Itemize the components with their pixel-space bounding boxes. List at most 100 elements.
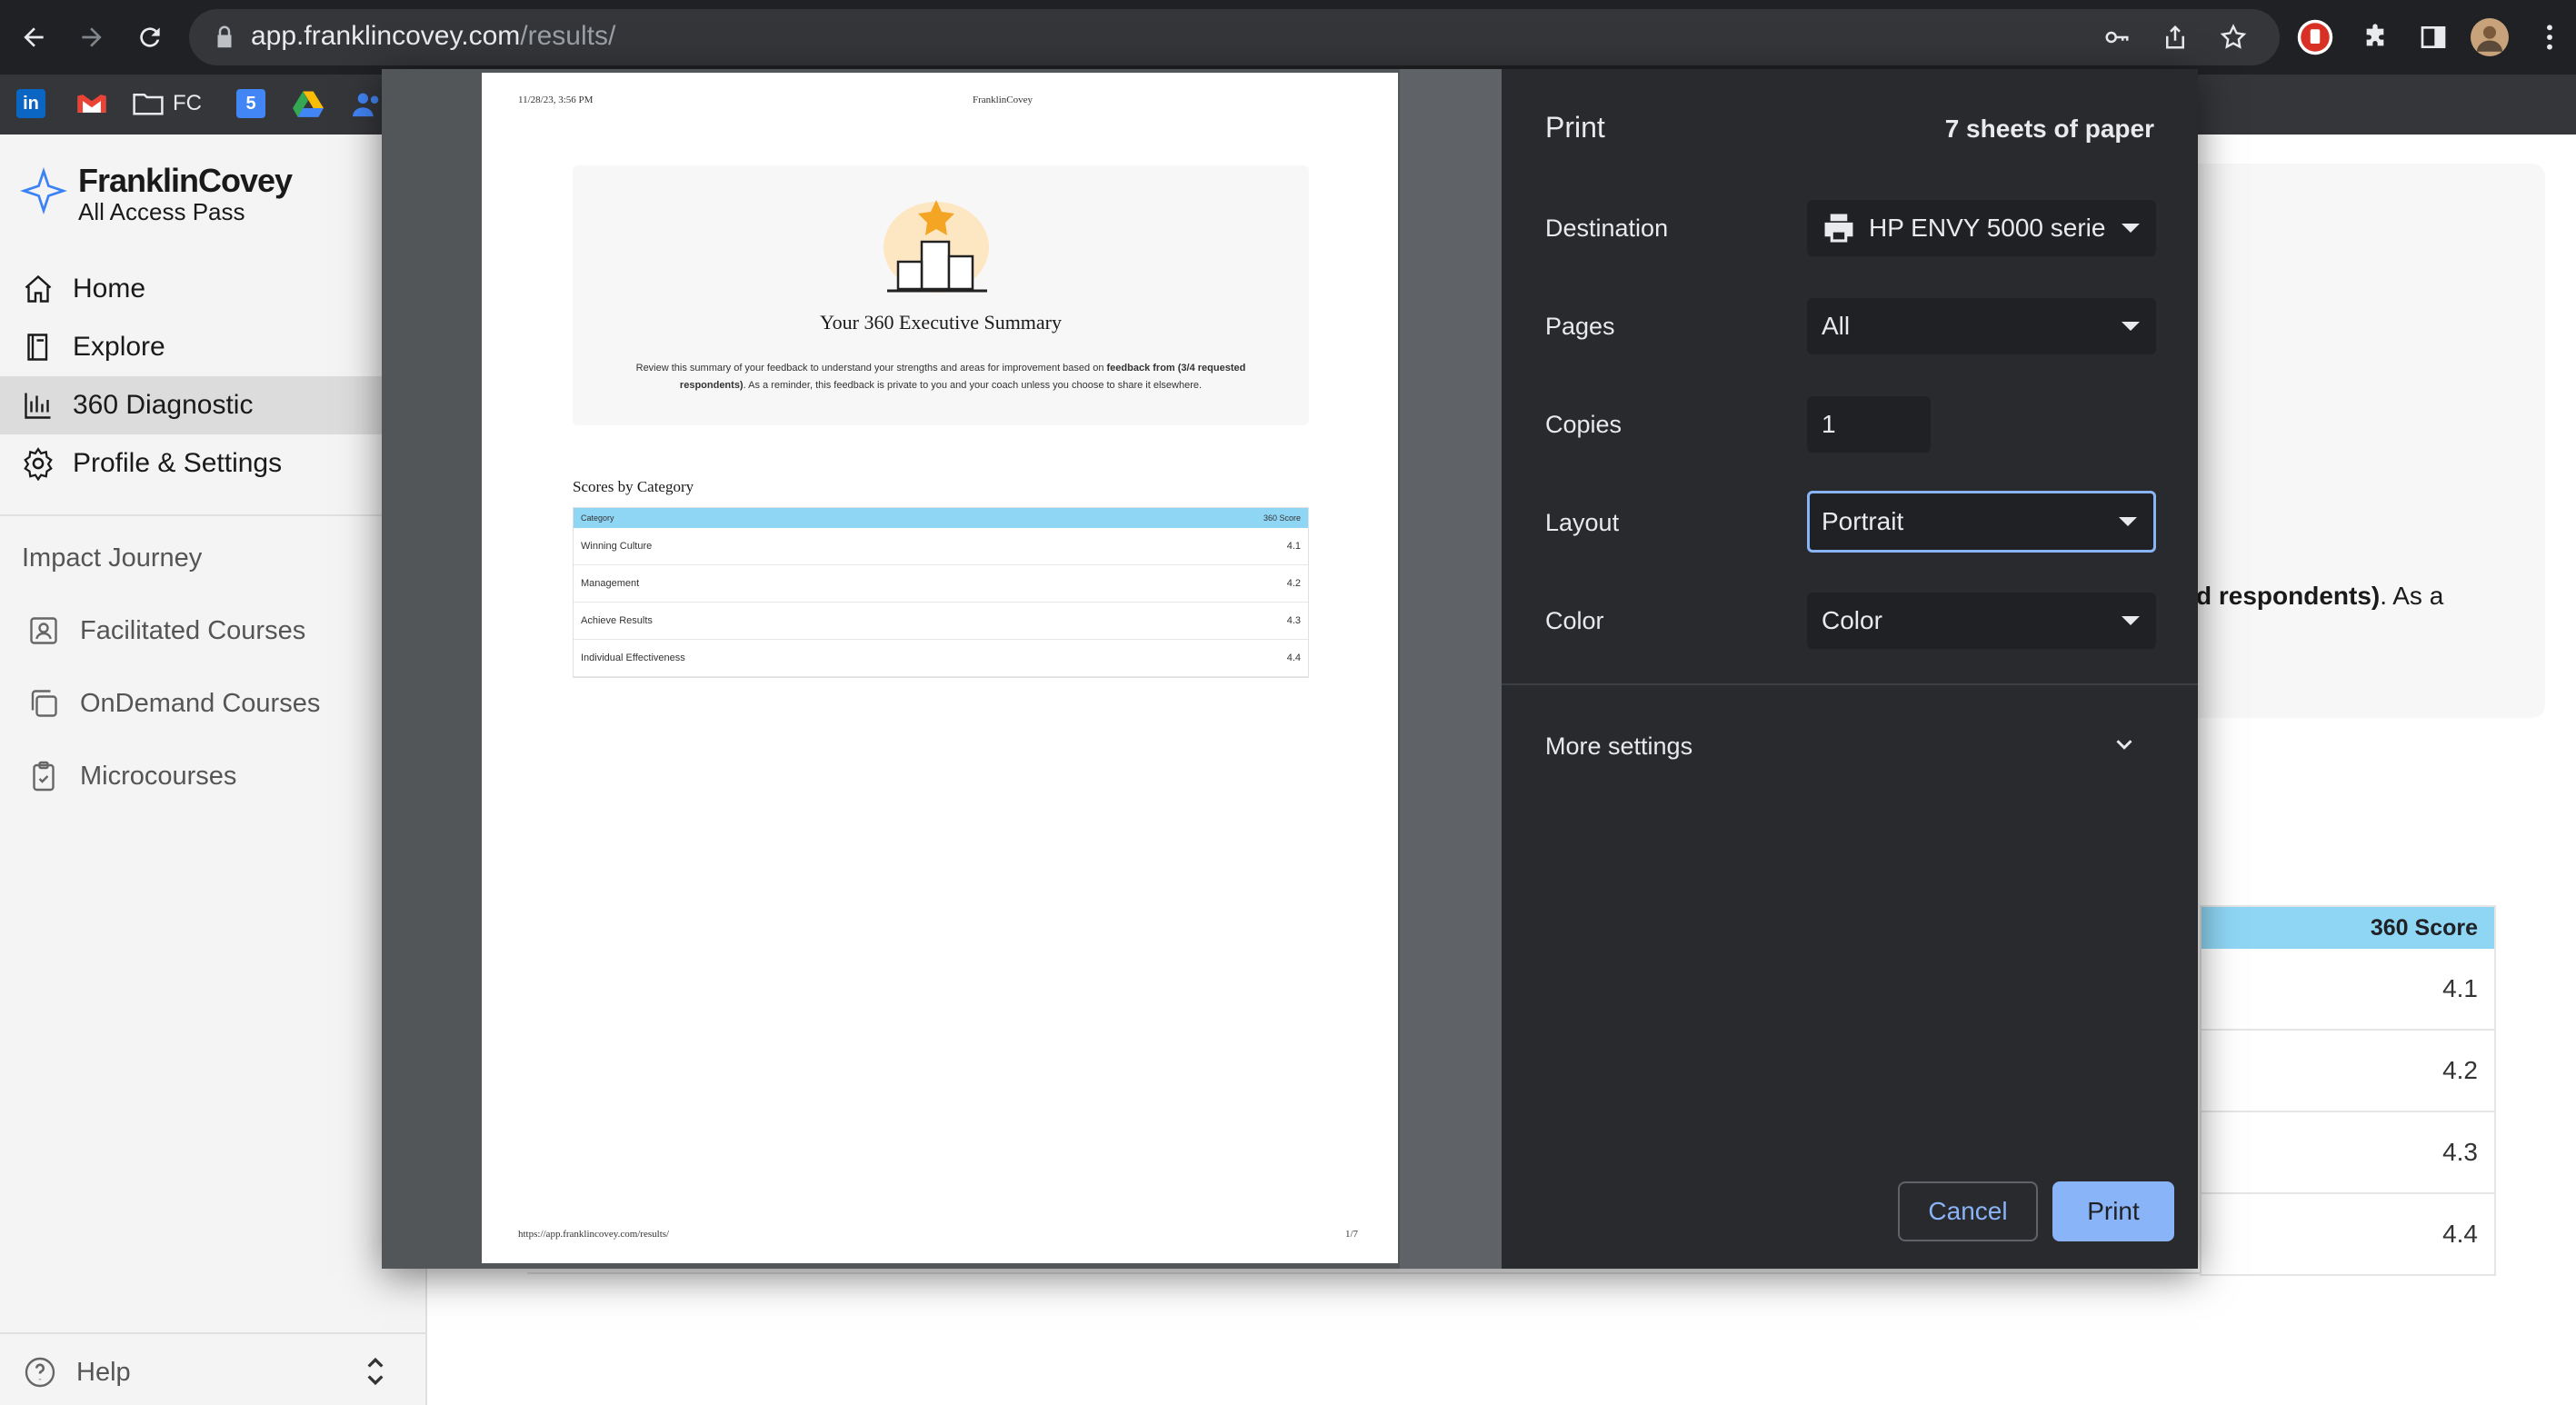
drive-icon — [293, 91, 324, 117]
bookmark-label: FC — [173, 91, 202, 115]
dropdown-caret-icon — [2122, 224, 2140, 233]
page-footer-number: 1/7 — [1345, 1229, 1359, 1240]
sidebar-item-facilitated-courses[interactable]: Facilitated Courses — [0, 602, 427, 660]
preview-title: Your 360 Executive Summary — [819, 311, 1063, 334]
color-select[interactable]: Color — [1807, 593, 2156, 649]
star-icon[interactable] — [2214, 18, 2252, 56]
print-preview-area[interactable]: 11/28/23, 3:56 PM FranklinCovey Your 360… — [382, 69, 1502, 1269]
summary-card — [2145, 164, 2545, 718]
menu-kebab-icon[interactable] — [2531, 18, 2569, 56]
forward-button[interactable] — [71, 16, 113, 58]
bookmark-drive[interactable] — [293, 84, 324, 124]
bookmark-linkedin[interactable]: in — [16, 84, 45, 124]
clipboard-check-icon — [24, 756, 64, 796]
layout-value: Portrait — [1822, 507, 1904, 535]
bar-chart-icon — [18, 385, 58, 425]
print-button[interactable]: Print — [2052, 1181, 2174, 1241]
copy-icon — [24, 683, 64, 723]
table-row: Winning Culture 4.1 — [574, 528, 1308, 565]
print-settings-panel: Print 7 sheets of paper Destination HP E… — [1502, 69, 2198, 1269]
preview-description: Review this summary of your feedback to … — [635, 363, 1246, 391]
folder-icon — [133, 93, 164, 115]
pages-label: Pages — [1545, 313, 1615, 340]
linkedin-icon: in — [16, 89, 45, 118]
podium-star-illustration — [884, 200, 989, 293]
print-title: Print — [1545, 111, 1605, 144]
sidebar-item-label: Profile & Settings — [73, 448, 283, 478]
brand-name: FranklinCovey — [78, 162, 293, 199]
sidebar-item-home[interactable]: Home — [0, 260, 427, 318]
sidebar: FranklinCovey All Access Pass Home Explo… — [0, 135, 427, 1405]
franklincovey-logo-icon — [20, 167, 67, 214]
help-label: Help — [76, 1357, 131, 1387]
side-panel-icon[interactable] — [2414, 18, 2452, 56]
table-row: 4.4 — [2202, 1194, 2494, 1276]
help-button[interactable]: Help — [0, 1343, 427, 1401]
chevron-down-icon[interactable] — [2111, 731, 2138, 758]
table-header: Category 360 Score — [574, 508, 1308, 528]
page-footer-url: https://app.franklincovey.com/results/ — [518, 1229, 670, 1240]
back-button[interactable] — [13, 16, 55, 58]
help-circle-icon — [20, 1352, 60, 1392]
sidebar-item-label: Facilitated Courses — [80, 615, 306, 645]
sidebar-item-microcourses[interactable]: Microcourses — [0, 747, 427, 805]
page-header-site: FranklinCovey — [973, 95, 1033, 105]
extensions-puzzle-icon[interactable] — [2356, 18, 2394, 56]
adblock-extension-icon[interactable] — [2296, 18, 2334, 56]
gear-icon — [18, 443, 58, 483]
copies-label: Copies — [1545, 411, 1622, 438]
profile-avatar[interactable] — [2471, 18, 2509, 56]
bookmark-calendar[interactable]: 5 — [236, 84, 265, 124]
summary-text-fragment: d respondents). As a — [2196, 582, 2444, 610]
reload-button[interactable] — [129, 16, 171, 58]
people-icon — [353, 93, 379, 117]
presenter-icon — [24, 611, 64, 651]
sidebar-item-label: Microcourses — [80, 761, 237, 791]
sidebar-item-explore[interactable]: Explore — [0, 318, 427, 376]
sidebar-item-label: Explore — [73, 332, 165, 362]
cancel-button[interactable]: Cancel — [1898, 1181, 2038, 1241]
scores-table: 360 Score 4.1 4.2 4.3 4.4 — [2200, 905, 2496, 1276]
sidebar-item-360-diagnostic[interactable]: 360 Diagnostic — [0, 376, 427, 434]
bookmark-people[interactable] — [353, 84, 384, 124]
arrow-left-icon — [24, 27, 44, 47]
table-row: Achieve Results 4.3 — [574, 603, 1308, 640]
bookmark-gmail[interactable] — [76, 84, 107, 124]
sidebar-item-profile-settings[interactable]: Profile & Settings — [0, 434, 427, 493]
printer-icon — [1824, 214, 1853, 243]
table-row: Management 4.2 — [574, 565, 1308, 603]
reload-icon — [140, 27, 160, 47]
sidebar-divider — [0, 1332, 427, 1334]
layout-select[interactable]: Portrait — [1807, 491, 2156, 553]
dropdown-caret-icon — [2122, 616, 2140, 625]
lock-icon — [217, 25, 232, 48]
print-dialog: 11/28/23, 3:56 PM FranklinCovey Your 360… — [382, 69, 2198, 1269]
divider — [527, 1272, 2200, 1274]
sidebar-item-label: OnDemand Courses — [80, 688, 321, 718]
sidebar-item-ondemand-courses[interactable]: OnDemand Courses — [0, 674, 427, 732]
book-icon — [18, 327, 58, 367]
share-icon[interactable] — [2156, 18, 2194, 56]
copies-input[interactable]: 1 — [1807, 396, 1931, 453]
brand-subtitle: All Access Pass — [78, 198, 245, 225]
address-bar[interactable]: app.franklincovey.com/results/ — [189, 9, 2280, 65]
more-settings-toggle[interactable]: More settings — [1545, 732, 1692, 761]
settings-divider — [1502, 683, 2198, 685]
pages-select[interactable]: All — [1807, 298, 2156, 354]
preview-scrollbar[interactable] — [1400, 69, 1502, 1269]
destination-value: HP ENVY 5000 series — [1869, 214, 2105, 242]
destination-select[interactable]: HP ENVY 5000 series — [1807, 200, 2156, 256]
sheet-count: 7 sheets of paper — [1944, 115, 2154, 143]
destination-label: Destination — [1545, 214, 1669, 242]
bookmark-fc-folder[interactable]: FC — [133, 84, 202, 124]
browser-toolbar: app.franklincovey.com/results/ — [0, 0, 2576, 75]
key-icon[interactable] — [2098, 18, 2136, 56]
expand-collapse-icon — [365, 1356, 385, 1394]
color-value: Color — [1822, 606, 1882, 634]
dropdown-caret-icon — [2119, 517, 2137, 526]
calendar-icon: 5 — [236, 89, 265, 118]
preview-summary-card: Your 360 Executive Summary Review this s… — [573, 165, 1309, 425]
arrow-right-icon — [82, 27, 102, 47]
table-row: 4.1 — [2202, 949, 2494, 1031]
avatar-icon — [2471, 18, 2509, 56]
